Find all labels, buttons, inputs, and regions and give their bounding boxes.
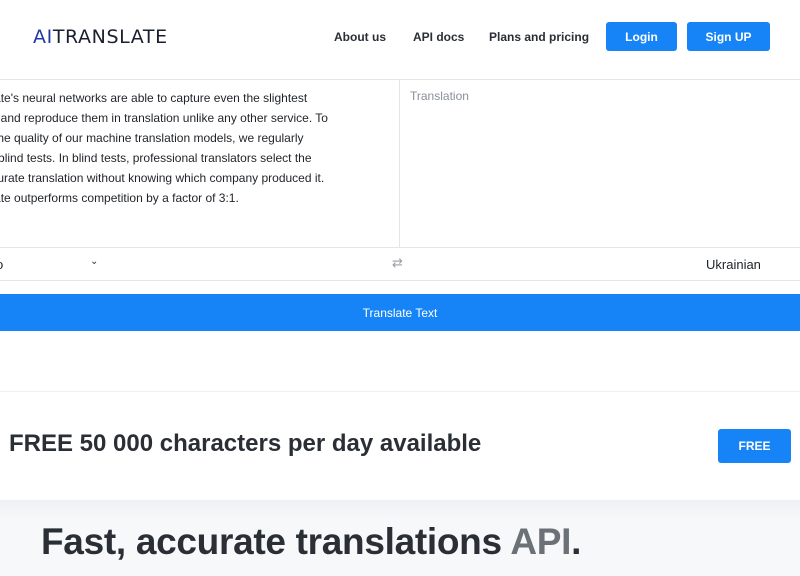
logo-prefix: AI	[33, 26, 53, 48]
translation-panels: anslate's neural networks are able to ca…	[0, 80, 800, 248]
logo[interactable]: AITRANSLATE	[33, 26, 168, 48]
login-button[interactable]: Login	[606, 22, 677, 51]
source-text-input[interactable]: anslate's neural networks are able to ca…	[0, 88, 392, 208]
hero-title: Fast, accurate translations API.	[41, 521, 581, 563]
hero-title-main: Fast, accurate translations	[41, 521, 511, 562]
promo-text: FREE 50 000 characters per day available	[9, 430, 482, 457]
free-button[interactable]: FREE	[718, 429, 791, 463]
nav-api-docs[interactable]: API docs	[413, 30, 464, 44]
translate-text-button[interactable]: Translate Text	[0, 294, 800, 331]
nav-plans-pricing[interactable]: Plans and pricing	[489, 30, 589, 44]
hero-title-accent: API	[510, 521, 572, 562]
panel-divider	[399, 80, 400, 247]
chevron-down-icon[interactable]: ⌄	[90, 256, 98, 267]
source-language-select[interactable]: o	[0, 257, 3, 272]
hero-title-end: .	[571, 521, 582, 562]
swap-arrows-icon[interactable]: ⇄	[392, 255, 403, 271]
translation-output[interactable]: Translation	[410, 89, 469, 103]
language-bar: o ⌄ ⇄ Ukrainian	[0, 248, 800, 281]
target-language-select[interactable]: Ukrainian	[706, 257, 761, 272]
header: AITRANSLATE About us API docs Plans and …	[0, 0, 800, 80]
logo-rest: TRANSLATE	[52, 26, 168, 48]
nav-about-us[interactable]: About us	[334, 30, 386, 44]
section-divider	[0, 391, 800, 392]
signup-button[interactable]: Sign UP	[687, 22, 770, 51]
